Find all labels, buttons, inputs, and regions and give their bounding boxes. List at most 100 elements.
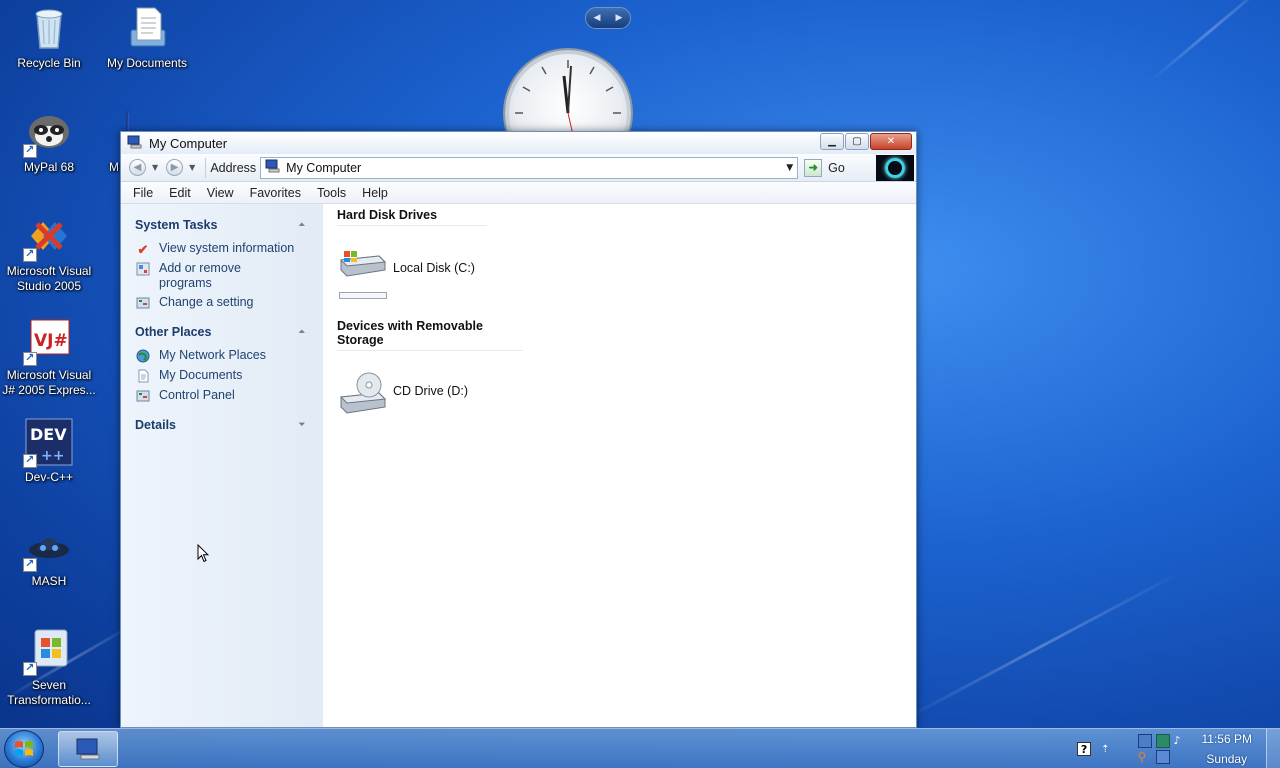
windows-logo-icon [15,741,33,756]
control-panel-icon [135,295,151,311]
content-area: Hard Disk Drives Local Disk (C:) Devices… [323,204,916,727]
close-button[interactable]: ✕ [870,133,912,150]
network-icon[interactable] [1137,734,1152,748]
shortcut-arrow-icon [23,557,37,572]
control-panel-icon [135,388,151,404]
gadget-prev-icon[interactable]: ◀ [594,13,601,23]
desktop-icon-my-documents[interactable]: My Documents [99,4,195,71]
my-computer-window[interactable]: My Computer ▁ ▢ ✕ ◀ ▼ ▶ ▼ Address ▼ ➜ Go… [120,131,917,728]
document-icon [135,368,151,384]
search-icon[interactable]: ⚲ [1138,750,1152,764]
go-button[interactable]: ➜ Go [804,158,845,177]
desktop-icon-visual-studio[interactable]: Microsoft Visual Studio 2005 [1,212,97,294]
shortcut-arrow-icon [23,247,37,262]
mypal-icon [23,108,73,158]
go-arrow-icon: ➜ [804,158,823,177]
shortcut-arrow-icon [23,661,37,676]
minimize-button[interactable]: ▁ [820,133,844,150]
monitor-icon[interactable] [1155,750,1170,764]
system-tasks-header[interactable]: System Tasks ⏶ [135,218,305,232]
recycle-bin-icon [25,4,73,52]
desktop-icon-label: Dev-C++ [24,470,74,484]
place-label: My Network Places [159,348,266,362]
forward-button[interactable]: ▶ [166,159,184,176]
expand-icon[interactable]: ⏷ [299,420,305,430]
start-button[interactable] [4,730,44,768]
menu-tools[interactable]: Tools [317,186,346,200]
shortcut-arrow-icon [23,351,37,366]
place-label: My Documents [159,368,243,382]
other-places-header[interactable]: Other Places ⏶ [135,325,305,339]
task-label: View system information [159,241,295,255]
hard-disk-icon [339,248,387,288]
menu-edit[interactable]: Edit [169,186,191,200]
place-control-panel[interactable]: Control Panel [135,388,322,404]
forward-arrow-icon: ▶ [170,162,179,173]
back-arrow-icon: ◀ [133,162,142,173]
details-title: Details [135,418,176,432]
desktop-icon-devcpp[interactable]: DEV ++ Dev-C++ [1,418,97,485]
place-my-network-places[interactable]: My Network Places [135,348,322,364]
desktop-icon-label: Microsoft Visual Studio 2005 [6,264,92,293]
task-pane: System Tasks ⏶ ✔ View system information… [121,204,323,727]
taskbar-my-computer-button[interactable] [58,731,118,767]
gadget-switcher[interactable]: ◀ ▶ [585,7,631,29]
minimize-icon: ▁ [828,136,836,147]
taskbar-clock[interactable]: 11:56 PM Sunday [1202,729,1252,768]
details-header[interactable]: Details ⏷ [135,418,305,432]
visual-jsharp-icon: VJ# [23,316,73,366]
removable-storage-heading: Devices with Removable Storage [337,319,523,351]
place-my-documents[interactable]: My Documents [135,368,322,384]
clock-time: 11:56 PM [1201,732,1252,746]
visual-studio-icon [23,212,73,262]
title-bar[interactable]: My Computer ▁ ▢ ✕ [121,132,916,154]
display-icon[interactable] [1155,734,1170,748]
drive-local-disk-c[interactable]: Local Disk (C:) [337,248,916,299]
drive-label: CD Drive (D:) [393,384,468,398]
desktop-icon-label: Recycle Bin [17,56,81,70]
collapse-icon[interactable]: ⏶ [299,327,305,337]
collapse-icon[interactable]: ⏶ [299,220,305,230]
svg-text:DEV: DEV [30,425,67,444]
show-desktop-button[interactable] [1266,729,1280,768]
desktop-icon-visual-jsharp[interactable]: VJ# Microsoft Visual J# 2005 Expres... [1,316,97,398]
address-dropdown-icon[interactable]: ▼ [786,163,793,173]
toolbar-separator [205,157,207,178]
window-title: My Computer [149,135,228,151]
desktop-icon-recycle-bin[interactable]: Recycle Bin [1,4,97,71]
my-computer-icon [127,135,143,152]
desktop-icon-mash[interactable]: MASH [1,522,97,589]
back-button[interactable]: ◀ [129,159,146,176]
desktop-icon-label: Seven Transformatio... [7,678,91,707]
back-history-dropdown[interactable]: ▼ [152,163,158,172]
address-input[interactable] [286,160,767,175]
task-add-remove-programs[interactable]: Add or remove programs [135,261,322,291]
shortcut-arrow-icon [23,143,37,158]
menu-favorites[interactable]: Favorites [250,186,301,200]
taskbar: ? ⇡ ♪ ⚲ 11:56 PM Sunday [0,728,1280,768]
maximize-button[interactable]: ▢ [845,133,869,150]
svg-text:VJ#: VJ# [34,331,68,351]
other-places-title: Other Places [135,325,212,339]
menu-help[interactable]: Help [362,186,388,200]
gadget-next-icon[interactable]: ▶ [616,13,623,23]
menu-file[interactable]: File [133,186,153,200]
checkmark-icon: ✔ [137,241,149,257]
documents-icon [123,4,171,52]
desktop-icon-mypal[interactable]: MyPal 68 [1,108,97,175]
menu-view[interactable]: View [207,186,234,200]
task-view-system-information[interactable]: ✔ View system information [135,241,322,257]
desktop-icon-seven-transformation[interactable]: Seven Transformatio... [1,626,97,708]
tray-expand-icon[interactable]: ⇡ [1101,744,1109,755]
disk-usage-bar [339,292,387,299]
hard-disk-drives-heading: Hard Disk Drives [337,208,487,226]
drive-cd-d[interactable]: CD Drive (D:) [339,371,916,414]
maximize-icon: ▢ [852,136,862,147]
volume-icon[interactable]: ♪ [1174,734,1188,748]
address-bar[interactable]: ▼ [260,156,799,179]
help-icon[interactable]: ? [1077,742,1092,756]
windows-throbber [876,155,914,181]
task-change-setting[interactable]: Change a setting [135,295,322,311]
computer-icon [76,738,100,760]
forward-history-dropdown[interactable]: ▼ [189,163,195,172]
